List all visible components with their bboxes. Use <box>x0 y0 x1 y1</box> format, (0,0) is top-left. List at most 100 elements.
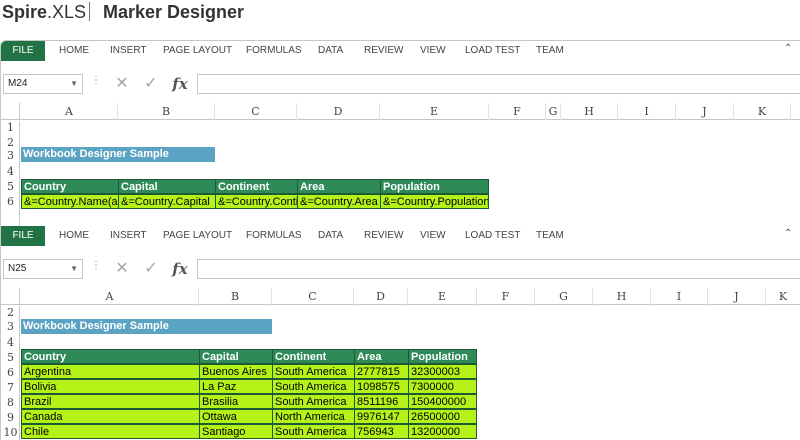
row-header[interactable]: 4 <box>1 336 20 349</box>
data-cell[interactable]: North America <box>272 409 355 424</box>
header-cell-capital[interactable]: Capital <box>118 179 216 194</box>
tab-home[interactable]: HOME <box>59 226 89 246</box>
data-cell[interactable]: Brasilia <box>199 394 273 409</box>
insert-function-icon[interactable]: fx <box>169 259 191 279</box>
sheet-title-cell[interactable]: Workbook Designer Sample <box>21 147 215 162</box>
data-cell[interactable]: Buenos Aires <box>199 364 273 379</box>
data-cell[interactable]: Brazil <box>21 394 200 409</box>
column-header[interactable]: C <box>215 103 297 120</box>
column-header[interactable]: I <box>651 288 708 305</box>
data-cell[interactable]: 756943 <box>354 424 409 439</box>
marker-cell-capital[interactable]: &=Country.Capital <box>118 194 216 209</box>
row-header[interactable]: 2 <box>1 136 20 149</box>
header-cell-area[interactable]: Area <box>354 349 409 364</box>
row-header[interactable]: 9 <box>1 411 20 424</box>
tab-page-layout[interactable]: PAGE LAYOUT <box>163 226 232 246</box>
data-cell[interactable]: 9976147 <box>354 409 409 424</box>
row-header[interactable]: 2 <box>1 306 20 319</box>
data-cell[interactable]: 26500000 <box>408 409 477 424</box>
data-cell[interactable]: South America <box>272 379 355 394</box>
tab-insert[interactable]: INSERT <box>110 41 147 61</box>
column-header[interactable]: J <box>676 103 734 120</box>
column-header[interactable]: H <box>593 288 651 305</box>
header-cell-area[interactable]: Area <box>297 179 381 194</box>
column-header[interactable]: D <box>354 288 408 305</box>
data-cell[interactable]: Santiago <box>199 424 273 439</box>
row-header[interactable]: 1 <box>1 121 20 134</box>
data-cell[interactable]: Ottawa <box>199 409 273 424</box>
marker-cell-area[interactable]: &=Country.Area <box>297 194 381 209</box>
header-cell-continent[interactable]: Continent <box>215 179 298 194</box>
ribbon-collapse-icon[interactable]: ⌃ <box>784 228 792 239</box>
row-header[interactable]: 7 <box>1 381 20 394</box>
tab-view[interactable]: VIEW <box>420 41 446 61</box>
header-cell-population[interactable]: Population <box>380 179 489 194</box>
marker-cell-continent[interactable]: &=Country.Continent <box>215 194 298 209</box>
tab-file[interactable]: FILE <box>1 226 45 246</box>
column-header[interactable]: A <box>21 103 118 120</box>
row-header[interactable]: 8 <box>1 396 20 409</box>
data-cell[interactable]: Chile <box>21 424 200 439</box>
data-cell[interactable]: Canada <box>21 409 200 424</box>
data-cell[interactable]: 1098575 <box>354 379 409 394</box>
ribbon-collapse-icon[interactable]: ⌃ <box>784 43 792 54</box>
chevron-down-icon[interactable]: ▼ <box>70 75 78 93</box>
tab-insert[interactable]: INSERT <box>110 226 147 246</box>
tab-home[interactable]: HOME <box>59 41 89 61</box>
marker-cell-name[interactable]: &=Country.Name(add) <box>21 194 119 209</box>
insert-function-icon[interactable]: fx <box>169 74 191 94</box>
tab-team[interactable]: TEAM <box>536 226 564 246</box>
column-header[interactable]: F <box>477 288 535 305</box>
column-header[interactable]: E <box>408 288 477 305</box>
data-cell[interactable]: South America <box>272 364 355 379</box>
data-cell[interactable]: 150400000 <box>408 394 477 409</box>
tab-file[interactable]: FILE <box>1 41 45 61</box>
column-header[interactable]: F <box>489 103 546 120</box>
data-cell[interactable]: South America <box>272 424 355 439</box>
tab-load-test[interactable]: LOAD TEST <box>465 41 520 61</box>
tab-data[interactable]: DATA <box>318 226 343 246</box>
row-header[interactable]: 3 <box>1 320 20 333</box>
data-cell[interactable]: 2777815 <box>354 364 409 379</box>
column-header[interactable]: E <box>380 103 489 120</box>
cancel-icon[interactable]: ✕ <box>111 74 133 94</box>
check-icon[interactable]: ✓ <box>140 259 162 279</box>
tab-team[interactable]: TEAM <box>536 41 564 61</box>
header-cell-country[interactable]: Country <box>21 179 119 194</box>
more-options-icon[interactable]: ⋮ <box>91 260 101 271</box>
select-all-corner[interactable] <box>1 103 20 120</box>
name-box[interactable]: M24 ▼ <box>3 74 83 94</box>
data-cell[interactable]: 8511196 <box>354 394 409 409</box>
cancel-icon[interactable]: ✕ <box>111 259 133 279</box>
formula-input[interactable] <box>197 74 800 94</box>
marker-cell-population[interactable]: &=Country.Population <box>380 194 489 209</box>
column-header[interactable]: B <box>118 103 215 120</box>
column-header[interactable]: C <box>272 288 354 305</box>
row-header[interactable]: 6 <box>1 195 20 208</box>
tab-page-layout[interactable]: PAGE LAYOUT <box>163 41 232 61</box>
data-cell[interactable]: South America <box>272 394 355 409</box>
data-cell[interactable]: 13200000 <box>408 424 477 439</box>
data-cell[interactable]: Bolivia <box>21 379 200 394</box>
header-cell-country[interactable]: Country <box>21 349 200 364</box>
formula-input[interactable] <box>197 259 800 279</box>
select-all-corner[interactable] <box>1 288 20 305</box>
tab-load-test[interactable]: LOAD TEST <box>465 226 520 246</box>
data-cell[interactable]: Argentina <box>21 364 200 379</box>
data-cell[interactable]: La Paz <box>199 379 273 394</box>
column-header[interactable]: G <box>535 288 593 305</box>
tab-review[interactable]: REVIEW <box>364 41 403 61</box>
tab-view[interactable]: VIEW <box>420 226 446 246</box>
column-header[interactable]: K <box>734 103 791 120</box>
tab-formulas[interactable]: FORMULAS <box>246 226 302 246</box>
header-cell-population[interactable]: Population <box>408 349 477 364</box>
column-header[interactable]: G <box>546 103 561 120</box>
name-box[interactable]: N25 ▼ <box>3 259 83 279</box>
column-header[interactable]: J <box>708 288 766 305</box>
column-header[interactable]: H <box>561 103 618 120</box>
row-header[interactable]: 5 <box>1 180 20 193</box>
data-cell[interactable]: 7300000 <box>408 379 477 394</box>
tab-formulas[interactable]: FORMULAS <box>246 41 302 61</box>
chevron-down-icon[interactable]: ▼ <box>70 260 78 278</box>
column-header[interactable]: I <box>618 103 676 120</box>
